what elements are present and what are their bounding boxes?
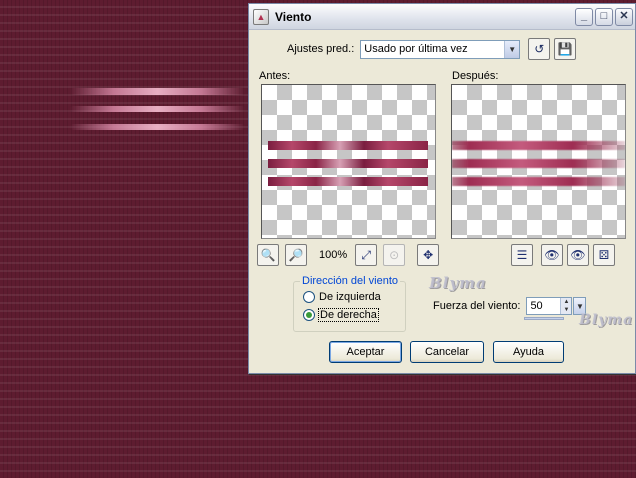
layout-icon[interactable]: ☰ [511, 244, 533, 266]
wind-stripe [452, 177, 625, 186]
background-stripe [70, 106, 245, 112]
move-crosshair-icon[interactable]: ✥ [417, 244, 440, 266]
before-label: Antes: [259, 70, 291, 82]
zoom-level: 100% [319, 249, 348, 261]
spin-down-icon[interactable]: ▼ [560, 306, 572, 314]
radio-label-left: De izquierda [319, 291, 381, 303]
radio-button[interactable] [303, 291, 315, 303]
eye-icon[interactable]: 👁 [567, 244, 589, 266]
radio-from-right[interactable]: De derecha [303, 307, 405, 323]
presets-row: Ajustes pred.: Usado por última vez ▼ ↺ … [287, 38, 577, 60]
wind-stripe [452, 141, 625, 150]
maximize-button[interactable]: □ [595, 7, 613, 26]
spin-buttons[interactable]: ▲ ▼ [560, 298, 572, 314]
presets-selected-value: Usado por última vez [364, 43, 468, 55]
help-button[interactable]: Ayuda [493, 341, 564, 363]
background-wind-decoration [70, 86, 245, 134]
wind-strength-input[interactable]: 50 ▲ ▼ [526, 297, 573, 315]
wind-dialog: ▲ Viento _ □ ✕ Ajustes pred.: Usado por … [248, 3, 636, 374]
watermark-text: Blyma [429, 274, 487, 292]
title-bar[interactable]: ▲ Viento _ □ ✕ [249, 4, 635, 30]
minimize-button[interactable]: _ [575, 7, 593, 26]
reset-arrow-icon[interactable]: ↺ [528, 38, 551, 60]
wind-strength-label: Fuerza del viento: [433, 300, 521, 312]
after-label: Después: [452, 70, 499, 82]
zoom-out-icon[interactable]: 🔍 [257, 244, 279, 266]
close-button[interactable]: ✕ [615, 7, 633, 26]
background-stripe [70, 124, 245, 130]
chevron-down-icon[interactable]: ▼ [504, 40, 520, 58]
radio-label-right: De derecha [318, 308, 379, 322]
paint-app-icon: ▲ [253, 8, 269, 25]
background-stripe [70, 88, 245, 95]
cancel-button[interactable]: Cancelar [410, 341, 484, 363]
watermark-text-secondary: Blyma [579, 312, 634, 328]
presets-dropdown[interactable]: Usado por última vez ▼ [360, 39, 521, 59]
magnifier-disabled-icon: ⊙ [383, 244, 406, 266]
wind-strength-value: 50 [530, 300, 543, 312]
before-preview[interactable] [261, 84, 436, 239]
floppy-disk-icon[interactable]: 💾 [554, 38, 577, 60]
wind-strength-slider[interactable] [524, 317, 564, 320]
radio-button-selected[interactable] [303, 309, 315, 321]
wind-stripe [268, 141, 428, 150]
wind-strength-row: Fuerza del viento: 50 ▲ ▼ ▼ [433, 297, 587, 315]
wind-stripe [268, 177, 428, 186]
fit-window-icon[interactable]: ⤢ [355, 244, 378, 266]
zoom-in-icon[interactable]: 🔎 [285, 244, 307, 266]
wind-direction-legend: Dirección del viento [302, 275, 398, 287]
wind-direction-group: Dirección del viento De izquierda De der… [293, 275, 406, 332]
spin-up-icon[interactable]: ▲ [560, 298, 572, 306]
ok-button[interactable]: Aceptar [329, 341, 402, 363]
eye-lock-icon[interactable]: 👁 [541, 244, 563, 266]
presets-label: Ajustes pred.: [287, 43, 355, 55]
wind-stripe [452, 159, 625, 168]
window-title: Viento [275, 9, 312, 24]
after-preview[interactable] [451, 84, 626, 239]
wind-stripe [268, 159, 428, 168]
radio-from-left[interactable]: De izquierda [303, 289, 405, 305]
dice-icon[interactable]: ⚄ [593, 244, 615, 266]
preview-options-toolbar: ☰ 👁 👁 ⚄ [511, 244, 615, 266]
preview-toolbar: 🔍 🔎 100% ⤢ ⊙ ✥ [257, 244, 440, 266]
